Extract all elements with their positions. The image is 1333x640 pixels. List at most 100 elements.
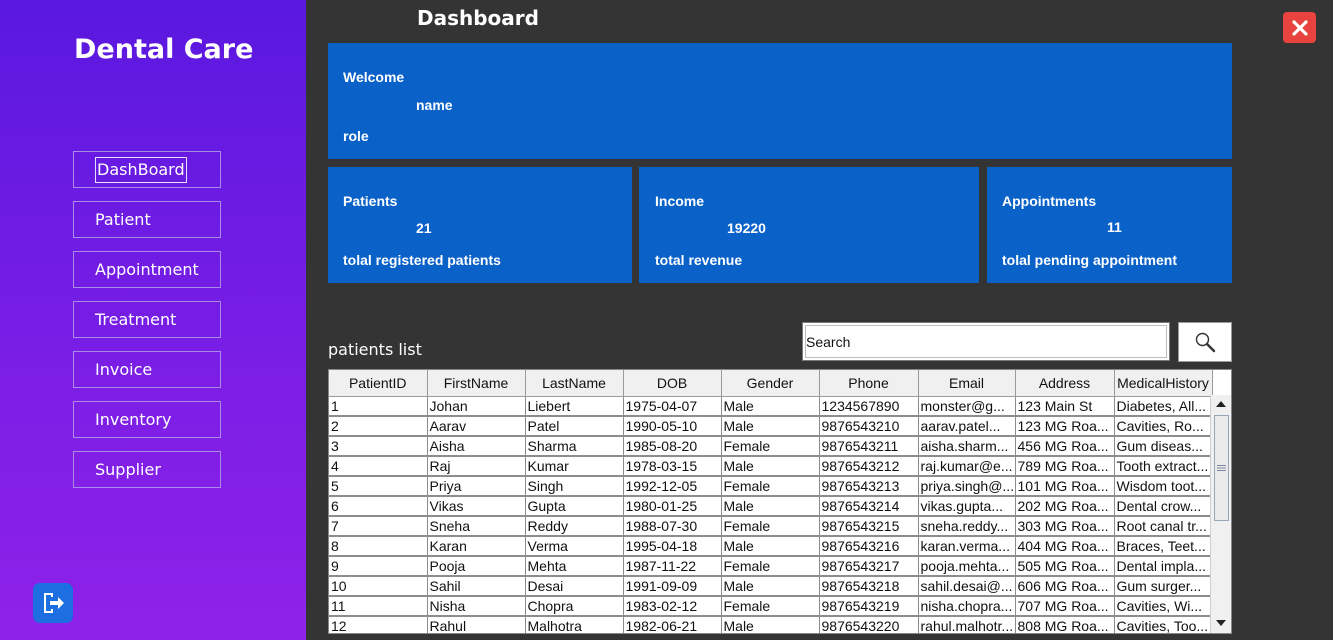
table-cell[interactable]: Tooth extract... bbox=[1114, 456, 1213, 477]
search-button[interactable] bbox=[1178, 322, 1232, 362]
table-cell[interactable]: 1985-08-20 bbox=[623, 436, 722, 457]
table-cell[interactable]: priya.singh@... bbox=[918, 476, 1016, 497]
table-cell[interactable]: 10 bbox=[329, 576, 428, 597]
column-header[interactable]: DOB bbox=[623, 370, 722, 397]
table-cell[interactable]: 9876543220 bbox=[819, 616, 919, 633]
table-row[interactable]: 8 Karan Verma 1995-04-18 Male 9876543216 karan… bbox=[329, 536, 1213, 557]
scroll-thumb[interactable] bbox=[1214, 415, 1229, 521]
table-cell[interactable]: Mehta bbox=[525, 556, 624, 577]
table-cell[interactable]: 9876543218 bbox=[819, 576, 919, 597]
table-cell[interactable]: Gum surger... bbox=[1114, 576, 1213, 597]
table-row[interactable]: 5 Priya Singh 1992-12-05 Female 9876543213 pri… bbox=[329, 476, 1213, 497]
table-row[interactable]: 12 Rahul Malhotra 1982-06-21 Male 9876543220 r… bbox=[329, 616, 1213, 633]
table-cell[interactable]: Kumar bbox=[525, 456, 624, 477]
table-cell[interactable]: Priya bbox=[427, 476, 526, 497]
table-cell[interactable]: Liebert bbox=[525, 396, 624, 417]
table-cell[interactable]: Cavities, Ro... bbox=[1114, 416, 1213, 437]
table-cell[interactable]: Rahul bbox=[427, 616, 526, 633]
column-header[interactable]: FirstName bbox=[427, 370, 526, 397]
table-cell[interactable]: Reddy bbox=[525, 516, 624, 537]
table-cell[interactable]: 1983-02-12 bbox=[623, 596, 722, 617]
table-cell[interactable]: 1990-05-10 bbox=[623, 416, 722, 437]
table-cell[interactable]: Aarav bbox=[427, 416, 526, 437]
sidebar-item-appointment[interactable]: Appointment bbox=[73, 251, 221, 288]
table-cell[interactable]: 9876543211 bbox=[819, 436, 919, 457]
table-cell[interactable]: karan.verma... bbox=[918, 536, 1016, 557]
table-cell[interactable]: 9876543216 bbox=[819, 536, 919, 557]
table-cell[interactable]: Sharma bbox=[525, 436, 624, 457]
scroll-up-arrow[interactable] bbox=[1211, 395, 1231, 413]
table-cell[interactable]: Raj bbox=[427, 456, 526, 477]
patients-table[interactable]: PatientID FirstName LastName DOB Gender … bbox=[328, 369, 1232, 634]
table-cell[interactable]: Female bbox=[721, 556, 820, 577]
table-cell[interactable]: 606 MG Roa... bbox=[1015, 576, 1115, 597]
sidebar-item-invoice[interactable]: Invoice bbox=[73, 351, 221, 388]
table-cell[interactable]: Sahil bbox=[427, 576, 526, 597]
sidebar-item-inventory[interactable]: Inventory bbox=[73, 401, 221, 438]
table-cell[interactable]: Dental crow... bbox=[1114, 496, 1213, 517]
table-row[interactable]: 11 Nisha Chopra 1983-02-12 Female 9876543219 n… bbox=[329, 596, 1213, 617]
table-cell[interactable]: sahil.desai@... bbox=[918, 576, 1016, 597]
table-cell[interactable]: 9876543214 bbox=[819, 496, 919, 517]
sidebar-item-patient[interactable]: Patient bbox=[73, 201, 221, 238]
table-cell[interactable]: 7 bbox=[329, 516, 428, 537]
table-cell[interactable]: 9876543210 bbox=[819, 416, 919, 437]
table-cell[interactable]: Braces, Teet... bbox=[1114, 536, 1213, 557]
table-cell[interactable]: sneha.reddy... bbox=[918, 516, 1016, 537]
table-cell[interactable]: 2 bbox=[329, 416, 428, 437]
table-cell[interactable]: 9876543219 bbox=[819, 596, 919, 617]
table-cell[interactable]: Male bbox=[721, 416, 820, 437]
table-cell[interactable]: 1982-06-21 bbox=[623, 616, 722, 633]
column-header[interactable]: Phone bbox=[819, 370, 919, 397]
table-cell[interactable]: Karan bbox=[427, 536, 526, 557]
table-cell[interactable]: 1992-12-05 bbox=[623, 476, 722, 497]
table-row[interactable]: 10 Sahil Desai 1991-09-09 Male 9876543218 sahi… bbox=[329, 576, 1213, 597]
table-row[interactable]: 7 Sneha Reddy 1988-07-30 Female 9876543215 sne… bbox=[329, 516, 1213, 537]
table-cell[interactable]: Gum diseas... bbox=[1114, 436, 1213, 457]
table-cell[interactable]: 456 MG Roa... bbox=[1015, 436, 1115, 457]
table-cell[interactable]: 9876543215 bbox=[819, 516, 919, 537]
table-cell[interactable]: Diabetes, All... bbox=[1114, 396, 1213, 417]
table-row[interactable]: 9 Pooja Mehta 1987-11-22 Female 9876543217 poo… bbox=[329, 556, 1213, 577]
table-cell[interactable]: Wisdom toot... bbox=[1114, 476, 1213, 497]
table-cell[interactable]: Cavities, Too... bbox=[1114, 616, 1213, 633]
table-cell[interactable]: 8 bbox=[329, 536, 428, 557]
table-cell[interactable]: Vikas bbox=[427, 496, 526, 517]
table-cell[interactable]: 9876543212 bbox=[819, 456, 919, 477]
table-cell[interactable]: 12 bbox=[329, 616, 428, 633]
table-cell[interactable]: Female bbox=[721, 516, 820, 537]
column-header[interactable]: Address bbox=[1015, 370, 1115, 397]
scroll-down-arrow[interactable] bbox=[1211, 614, 1231, 632]
table-cell[interactable]: aarav.patel... bbox=[918, 416, 1016, 437]
table-cell[interactable]: 9 bbox=[329, 556, 428, 577]
table-cell[interactable]: Female bbox=[721, 436, 820, 457]
table-cell[interactable]: 1988-07-30 bbox=[623, 516, 722, 537]
table-cell[interactable]: 1234567890 bbox=[819, 396, 919, 417]
table-cell[interactable]: 6 bbox=[329, 496, 428, 517]
table-row[interactable]: 3 Aisha Sharma 1985-08-20 Female 9876543211 ai… bbox=[329, 436, 1213, 457]
table-row[interactable]: 6 Vikas Gupta 1980-01-25 Male 9876543214 vikas… bbox=[329, 496, 1213, 517]
table-cell[interactable]: Gupta bbox=[525, 496, 624, 517]
table-cell[interactable]: raj.kumar@e... bbox=[918, 456, 1016, 477]
table-cell[interactable]: Male bbox=[721, 396, 820, 417]
table-cell[interactable]: 5 bbox=[329, 476, 428, 497]
table-cell[interactable]: Cavities, Wi... bbox=[1114, 596, 1213, 617]
table-cell[interactable]: 1987-11-22 bbox=[623, 556, 722, 577]
table-cell[interactable]: Singh bbox=[525, 476, 624, 497]
column-header[interactable]: MedicalHistory bbox=[1114, 370, 1213, 397]
table-cell[interactable]: 505 MG Roa... bbox=[1015, 556, 1115, 577]
sidebar-item-dashboard[interactable]: DashBoard bbox=[73, 151, 221, 188]
table-cell[interactable]: 1 bbox=[329, 396, 428, 417]
table-cell[interactable]: 1995-04-18 bbox=[623, 536, 722, 557]
table-row[interactable]: 4 Raj Kumar 1978-03-15 Male 9876543212 raj.kum… bbox=[329, 456, 1213, 477]
sidebar-item-supplier[interactable]: Supplier bbox=[73, 451, 221, 488]
column-header[interactable]: LastName bbox=[525, 370, 624, 397]
table-cell[interactable]: Malhotra bbox=[525, 616, 624, 633]
table-cell[interactable]: 1975-04-07 bbox=[623, 396, 722, 417]
table-cell[interactable]: 789 MG Roa... bbox=[1015, 456, 1115, 477]
table-cell[interactable]: 101 MG Roa... bbox=[1015, 476, 1115, 497]
table-cell[interactable]: 1978-03-15 bbox=[623, 456, 722, 477]
table-cell[interactable]: aisha.sharm... bbox=[918, 436, 1016, 457]
table-cell[interactable]: Male bbox=[721, 576, 820, 597]
sidebar-item-treatment[interactable]: Treatment bbox=[73, 301, 221, 338]
